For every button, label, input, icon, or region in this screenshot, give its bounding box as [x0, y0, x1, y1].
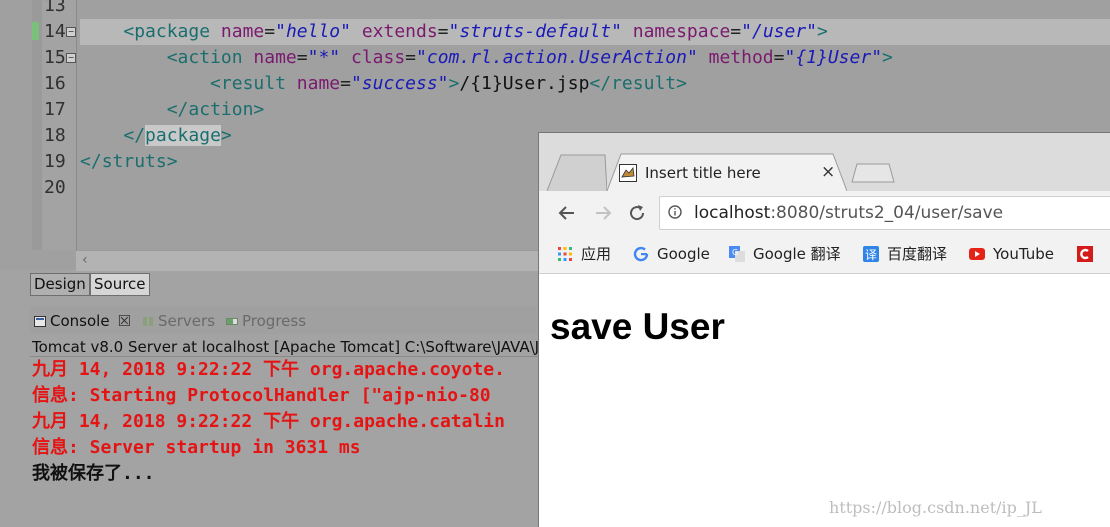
page-heading: save User	[550, 306, 725, 347]
url-text: localhost:8080/struts2_04/user/save	[694, 203, 1004, 223]
bookmark-overflow[interactable]	[1077, 244, 1101, 264]
bookmark-red-c-icon	[1077, 246, 1093, 262]
current-line-marker-icon	[32, 22, 39, 40]
browser-window: Insert title here × localhost:8080/strut…	[538, 132, 1110, 527]
tab-progress[interactable]: Progress	[226, 311, 306, 331]
toolbar: localhost:8080/struts2_04/user/save	[539, 191, 1110, 235]
bookmark-google-translate[interactable]: G Google 翻译	[729, 244, 841, 264]
baidu-translate-icon: 译	[863, 246, 879, 262]
apps-grid-icon	[558, 247, 572, 261]
close-icon[interactable]: ☒	[118, 312, 131, 330]
inactive-tab[interactable]	[547, 153, 607, 191]
servers-icon	[143, 317, 153, 326]
tab-console[interactable]: Console ☒	[34, 311, 131, 331]
line-number: 16	[44, 73, 66, 94]
line-number: 17	[44, 99, 66, 120]
code-line[interactable]: </package>	[80, 123, 232, 149]
youtube-icon	[969, 248, 985, 260]
forward-arrow-icon	[596, 206, 612, 220]
console-description: Tomcat v8.0 Server at localhost [Apache …	[32, 338, 551, 356]
google-g-icon	[633, 246, 649, 262]
gutter-divider	[76, 0, 77, 250]
console-line: 我被保存了...	[32, 463, 155, 484]
tab-servers[interactable]: Servers	[142, 311, 215, 331]
code-line[interactable]: <package name="hello" extends="struts-de…	[80, 19, 1110, 45]
google-translate-icon: G	[729, 246, 745, 262]
code-line[interactable]: </action>	[80, 97, 265, 123]
bookmark-apps[interactable]: 应用	[557, 244, 611, 264]
watermark: https://blog.csdn.net/ip_JL	[829, 498, 1042, 517]
tomcat-favicon-icon	[619, 164, 637, 182]
console-line: 九月 14, 2018 9:22:22 下午 org.apache.catali…	[32, 411, 505, 432]
forward-button[interactable]	[593, 203, 613, 226]
line-number-ruler: 13 14 15 16 17 18 19 20 − −	[42, 0, 76, 250]
console-line: 九月 14, 2018 9:22:22 下午 org.apache.coyote…	[32, 359, 505, 380]
line-number: 20	[44, 177, 66, 198]
bookmark-youtube[interactable]: YouTube	[969, 244, 1054, 264]
reload-button[interactable]	[627, 203, 647, 226]
code-line[interactable]: <action name="*" class="com.rl.action.Us…	[80, 45, 893, 71]
line-number: 18	[44, 125, 66, 146]
fold-toggle-icon[interactable]: −	[66, 27, 76, 37]
console-icon	[34, 316, 46, 327]
fold-toggle-icon[interactable]: −	[66, 53, 76, 63]
code-line[interactable]: <result name="success">/{1}User.jsp</res…	[80, 71, 687, 97]
reload-icon	[630, 205, 645, 221]
bookmarks-bar: 应用 Google G Google 翻译 译百度翻译 YouTube	[539, 235, 1110, 274]
new-tab-button[interactable]	[851, 163, 895, 183]
tab-design[interactable]: Design	[30, 273, 90, 296]
console-line: 信息: Server startup in 3631 ms	[32, 437, 361, 458]
address-bar[interactable]: localhost:8080/struts2_04/user/save	[659, 196, 1110, 230]
progress-icon	[226, 318, 238, 325]
code-line[interactable]: </struts>	[80, 149, 178, 175]
svg-text:G: G	[732, 248, 738, 257]
console-line: 信息: Starting ProtocolHandler ["ajp-nio-8…	[32, 385, 491, 406]
back-arrow-icon	[558, 206, 574, 220]
bookmark-baidu-translate[interactable]: 译百度翻译	[863, 244, 947, 264]
back-button[interactable]	[557, 203, 577, 226]
bookmark-google[interactable]: Google	[633, 244, 710, 264]
line-number: 13	[44, 0, 66, 16]
line-number: 19	[44, 151, 66, 172]
tab-strip: Insert title here ×	[539, 133, 1110, 191]
svg-text:译: 译	[865, 248, 877, 262]
tab-title: Insert title here	[645, 164, 761, 182]
info-icon[interactable]	[668, 205, 682, 219]
page-content: save User https://blog.csdn.net/ip_JL	[539, 274, 1110, 527]
scroll-left-icon[interactable]: ‹	[82, 252, 88, 268]
tab-source[interactable]: Source	[90, 273, 150, 296]
close-tab-icon[interactable]: ×	[821, 162, 835, 182]
